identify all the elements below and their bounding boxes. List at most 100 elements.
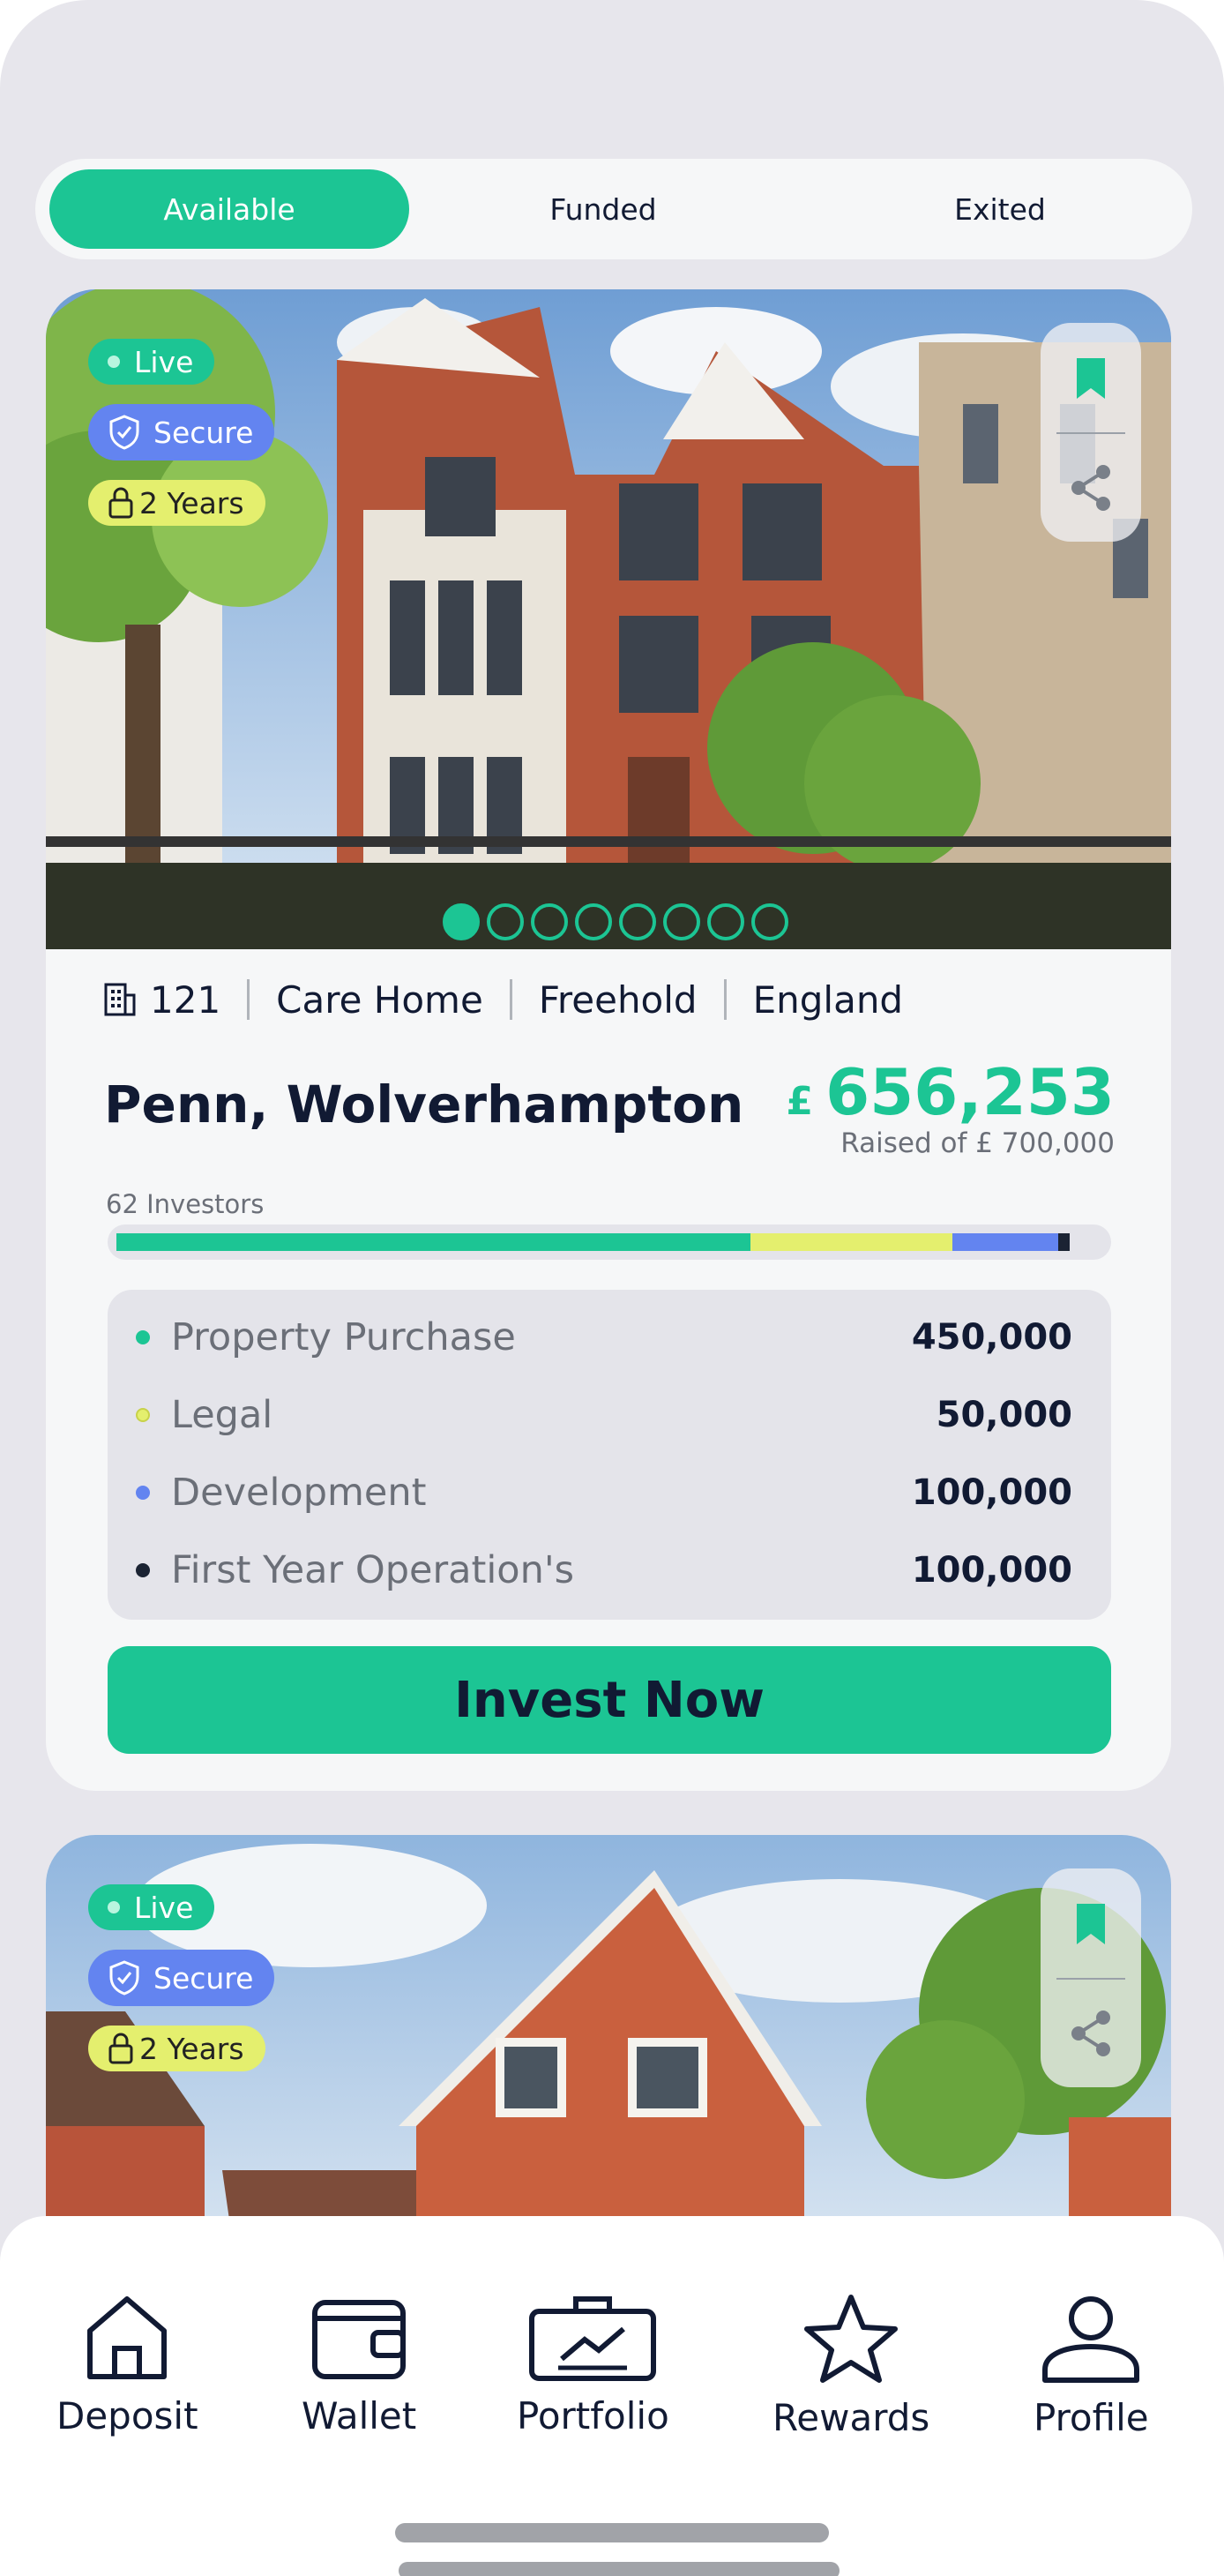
gallery-dot[interactable]: [575, 903, 612, 940]
nav-label: Profile: [1034, 2396, 1149, 2439]
progress-segment: [952, 1233, 1058, 1251]
term-badge: 2 Years: [88, 2026, 265, 2071]
allocation-value: 100,000: [911, 1550, 1072, 1591]
property-type: Care Home: [276, 977, 483, 1022]
share-button[interactable]: [1041, 441, 1141, 538]
lock-icon: [108, 2032, 134, 2065]
allocation-breakdown: Property Purchase 450,000 Legal 50,000 D…: [108, 1290, 1111, 1620]
secure-badge: Secure: [88, 1950, 275, 2006]
property-tenure: Freehold: [538, 977, 698, 1022]
home-indicator[interactable]: [395, 2523, 829, 2542]
gallery-dot[interactable]: [707, 903, 744, 940]
allocation-row: First Year Operation's 100,000: [108, 1535, 1111, 1606]
nav-portfolio[interactable]: Portfolio: [517, 2292, 669, 2437]
allocation-label: First Year Operation's: [171, 1548, 575, 1592]
property-region: England: [752, 977, 904, 1022]
building-icon: [104, 983, 136, 1016]
nav-profile[interactable]: Profile: [1034, 2292, 1149, 2439]
legend-dot: [136, 1408, 150, 1422]
home-icon: [83, 2292, 171, 2387]
secure-badge-label: Secure: [153, 415, 254, 450]
raised-value: 656,253: [825, 1055, 1115, 1129]
bottom-navigation: Deposit Wallet Portfolio Rewards Profile: [0, 2216, 1224, 2576]
meta-divider: [247, 979, 250, 1020]
gallery-dot[interactable]: [487, 903, 524, 940]
allocation-row: Legal 50,000: [108, 1380, 1111, 1450]
allocation-value: 450,000: [911, 1317, 1072, 1358]
meta-divider: [723, 979, 727, 1020]
property-meta: 121 Care Home Freehold England: [104, 969, 903, 1030]
legend-dot: [136, 1486, 150, 1500]
nav-rewards[interactable]: Rewards: [772, 2292, 929, 2439]
gallery-pagination: [443, 903, 788, 940]
live-badge: Live: [88, 339, 215, 385]
nav-label: Portfolio: [517, 2394, 669, 2437]
bookmark-button[interactable]: [1041, 1877, 1141, 1974]
live-indicator-dot: [108, 1901, 120, 1913]
home-indicator-secondary: [399, 2562, 840, 2576]
raised-target: Raised of £ 700,000: [840, 1127, 1115, 1159]
legend-dot: [136, 1330, 150, 1344]
wallet-icon: [310, 2292, 408, 2387]
nav-label: Wallet: [302, 2394, 417, 2437]
invest-now-button[interactable]: Invest Now: [108, 1646, 1111, 1754]
nav-label: Deposit: [56, 2394, 198, 2437]
lock-icon: [108, 486, 134, 520]
nav-label: Rewards: [772, 2396, 930, 2439]
property-card[interactable]: Live Secure 2 Years: [46, 289, 1171, 1791]
briefcase-chart-icon: [526, 2292, 659, 2387]
gallery-dot[interactable]: [443, 903, 480, 940]
progress-segment: [750, 1233, 952, 1251]
meta-divider: [509, 979, 512, 1020]
allocation-row: Development 100,000: [108, 1457, 1111, 1528]
property-title: Penn, Wolverhampton: [104, 1075, 744, 1134]
action-divider: [1056, 432, 1125, 434]
gallery-dot[interactable]: [619, 903, 656, 940]
tab-exited[interactable]: Exited: [820, 169, 1180, 249]
allocation-row: Property Purchase 450,000: [108, 1302, 1111, 1373]
raised-amount: £656,253: [786, 1055, 1115, 1129]
nav-wallet[interactable]: Wallet: [302, 2292, 416, 2437]
bookmark-icon: [1073, 356, 1108, 404]
legend-dot: [136, 1563, 150, 1577]
progress-segment: [1058, 1233, 1070, 1251]
units-count: 121: [150, 977, 221, 1022]
nav-deposit[interactable]: Deposit: [56, 2292, 198, 2437]
allocation-label: Legal: [171, 1393, 273, 1437]
star-icon: [802, 2292, 900, 2389]
secure-badge: Secure: [88, 404, 275, 461]
share-icon: [1068, 463, 1114, 516]
funding-progress-bar: [108, 1224, 1111, 1260]
gallery-dot[interactable]: [751, 903, 788, 940]
term-badge-label: 2 Years: [139, 2031, 244, 2066]
gallery-dot[interactable]: [663, 903, 700, 940]
tab-available[interactable]: Available: [49, 169, 409, 249]
live-badge-label: Live: [134, 344, 194, 379]
shield-check-icon: [108, 414, 141, 451]
person-icon: [1038, 2292, 1144, 2389]
live-badge: Live: [88, 1884, 215, 1930]
action-divider: [1056, 1978, 1125, 1980]
term-badge-label: 2 Years: [139, 485, 244, 520]
allocation-value: 50,000: [936, 1395, 1072, 1435]
investor-count: 62 Investors: [106, 1189, 265, 1219]
secure-badge-label: Secure: [153, 1960, 254, 1996]
property-photo[interactable]: [46, 289, 1171, 949]
share-icon: [1068, 2009, 1114, 2062]
shield-check-icon: [108, 1959, 141, 1996]
allocation-label: Property Purchase: [171, 1315, 516, 1359]
live-badge-label: Live: [134, 1890, 194, 1925]
live-indicator-dot: [108, 356, 120, 368]
allocation-value: 100,000: [911, 1472, 1072, 1513]
share-button[interactable]: [1041, 1987, 1141, 2084]
progress-segment: [116, 1233, 750, 1251]
app-screen: Available Funded Exited Live Secure 2 Ye…: [0, 0, 1224, 2576]
tab-funded[interactable]: Funded: [423, 169, 783, 249]
card-actions: [1041, 1868, 1141, 2087]
listing-status-tabs: Available Funded Exited: [35, 159, 1192, 259]
bookmark-button[interactable]: [1041, 332, 1141, 429]
gallery-dot[interactable]: [531, 903, 568, 940]
currency-symbol: £: [786, 1079, 814, 1124]
allocation-label: Development: [171, 1471, 427, 1515]
term-badge: 2 Years: [88, 480, 265, 526]
